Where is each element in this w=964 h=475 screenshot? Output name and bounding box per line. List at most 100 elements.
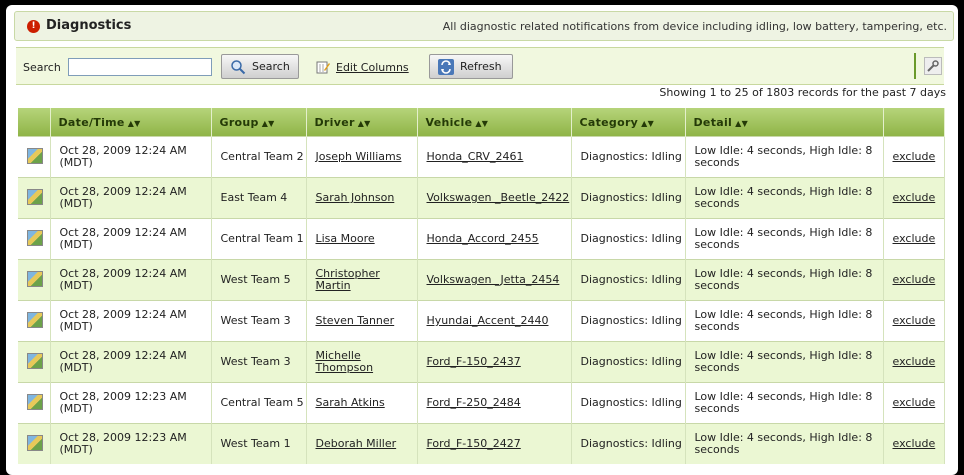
cell-datetime: Oct 28, 2009 12:24 AM (MDT) [50,259,212,301]
table-row: Oct 28, 2009 12:24 AM (MDT) Central Team… [18,136,945,178]
exclude-link[interactable]: exclude [893,437,936,450]
cell-category: Diagnostics: Idling [571,259,686,301]
cell-detail: Low Idle: 4 seconds, High Idle: 8 second… [685,382,884,424]
driver-link[interactable]: Joseph Williams [316,150,402,163]
sort-arrows-icon: ▲▼ [127,118,141,128]
header-driver[interactable]: Driver ▲▼ [306,108,418,137]
table-row: Oct 28, 2009 12:23 AM (MDT) West Team 1 … [18,423,945,464]
page-title: Diagnostics [46,18,132,33]
cell-datetime: Oct 28, 2009 12:24 AM (MDT) [50,218,212,260]
map-icon[interactable] [27,393,43,410]
records-summary: Showing 1 to 25 of 1803 records for the … [659,86,946,99]
diagnostics-table: Date/Time ▲▼ Group ▲▼ Driver ▲▼ Vehicle ▲▼ C… [18,108,945,464]
exclude-link[interactable]: exclude [893,396,936,409]
cell-group: West Team 5 [211,259,307,301]
cell-category: Diagnostics: Idling [571,177,686,219]
cell-datetime: Oct 28, 2009 12:24 AM (MDT) [50,177,212,219]
header-datetime[interactable]: Date/Time ▲▼ [50,108,212,137]
edit-columns-icon [316,61,330,74]
sort-arrows-icon: ▲▼ [641,118,655,128]
cell-category: Diagnostics: Idling [571,300,686,342]
cell-detail: Low Idle: 4 seconds, High Idle: 8 second… [685,136,884,178]
edit-columns-link[interactable]: Edit Columns [316,60,409,74]
cell-group: West Team 3 [211,341,307,383]
refresh-button-label: Refresh [460,60,502,73]
cell-datetime: Oct 28, 2009 12:24 AM (MDT) [50,341,212,383]
page-description: All diagnostic related notifications fro… [442,20,947,33]
cell-detail: Low Idle: 4 seconds, High Idle: 8 second… [685,300,884,342]
sort-arrows-icon: ▲▼ [475,118,489,128]
driver-link[interactable]: Christopher Martin [316,267,380,292]
header-vehicle[interactable]: Vehicle ▲▼ [417,108,572,137]
table-header-row: Date/Time ▲▼ Group ▲▼ Driver ▲▼ Vehicle ▲▼ C… [18,108,945,137]
cell-detail: Low Idle: 4 seconds, High Idle: 8 second… [685,177,884,219]
cell-group: West Team 3 [211,300,307,342]
map-icon[interactable] [27,188,43,205]
refresh-icon [438,58,454,75]
wrench-icon[interactable] [924,57,942,75]
exclude-link[interactable]: exclude [893,314,936,327]
map-icon[interactable] [27,352,43,369]
vehicle-link[interactable]: Ford_F-150_2437 [427,355,521,368]
driver-link[interactable]: Deborah Miller [316,437,397,450]
toolbar-divider [914,53,916,79]
exclude-link[interactable]: exclude [893,273,936,286]
map-icon[interactable] [27,229,43,246]
cell-group: Central Team 1 [211,218,307,260]
exclude-link[interactable]: exclude [893,191,936,204]
table-row: Oct 28, 2009 12:24 AM (MDT) Central Team… [18,218,945,260]
cell-detail: Low Idle: 4 seconds, High Idle: 8 second… [685,341,884,383]
driver-link[interactable]: Sarah Atkins [316,396,385,409]
cell-group: West Team 1 [211,423,307,464]
table-row: Oct 28, 2009 12:24 AM (MDT) West Team 5 … [18,259,945,301]
search-input[interactable] [68,58,212,76]
table-row: Oct 28, 2009 12:24 AM (MDT) West Team 3 … [18,341,945,383]
magnifier-icon [231,59,246,74]
driver-link[interactable]: Lisa Moore [316,232,375,245]
cell-datetime: Oct 28, 2009 12:23 AM (MDT) [50,382,212,424]
exclude-link[interactable]: exclude [893,232,936,245]
header-category[interactable]: Category ▲▼ [571,108,686,137]
vehicle-link[interactable]: Ford_F-250_2484 [427,396,521,409]
header-group[interactable]: Group ▲▼ [211,108,307,137]
search-button[interactable]: Search [221,54,299,79]
vehicle-link[interactable]: Ford_F-150_2427 [427,437,521,450]
header-action-col [883,108,945,137]
vehicle-link[interactable]: Hyundai_Accent_2440 [427,314,549,327]
sort-arrows-icon: ▲▼ [735,118,749,128]
refresh-button[interactable]: Refresh [429,54,513,79]
search-button-label: Search [252,60,290,73]
table-row: Oct 28, 2009 12:24 AM (MDT) East Team 4 … [18,177,945,219]
driver-link[interactable]: Steven Tanner [316,314,395,327]
driver-link[interactable]: Sarah Johnson [316,191,395,204]
map-icon[interactable] [27,311,43,328]
diagnostics-window: ! Diagnostics All diagnostic related not… [6,5,958,475]
search-label: Search [23,61,61,74]
cell-detail: Low Idle: 4 seconds, High Idle: 8 second… [685,423,884,464]
map-icon[interactable] [27,270,43,287]
toolbar: Search Search Edit Columns Refresh [16,47,944,85]
cell-datetime: Oct 28, 2009 12:24 AM (MDT) [50,136,212,178]
wrench-glyph-icon [927,60,939,72]
driver-link[interactable]: Michelle Thompson [316,349,374,374]
cell-detail: Low Idle: 4 seconds, High Idle: 8 second… [685,259,884,301]
map-icon[interactable] [27,147,43,164]
map-icon[interactable] [27,434,43,451]
cell-category: Diagnostics: Idling [571,341,686,383]
cell-detail: Low Idle: 4 seconds, High Idle: 8 second… [685,218,884,260]
vehicle-link[interactable]: Honda_CRV_2461 [427,150,524,163]
cell-category: Diagnostics: Idling [571,423,686,464]
header-icon-col [18,108,51,137]
title-bar: ! Diagnostics All diagnostic related not… [14,11,954,41]
vehicle-link[interactable]: Volkswagen _Beetle_2422 [427,191,570,204]
vehicle-link[interactable]: Volkswagen _Jetta_2454 [427,273,560,286]
vehicle-link[interactable]: Honda_Accord_2455 [427,232,539,245]
edit-columns-label: Edit Columns [336,60,409,74]
table-row: Oct 28, 2009 12:23 AM (MDT) Central Team… [18,382,945,424]
exclude-link[interactable]: exclude [893,150,936,163]
header-detail[interactable]: Detail ▲▼ [685,108,884,137]
exclude-link[interactable]: exclude [893,355,936,368]
cell-datetime: Oct 28, 2009 12:24 AM (MDT) [50,300,212,342]
sort-arrows-icon: ▲▼ [357,118,371,128]
cell-datetime: Oct 28, 2009 12:23 AM (MDT) [50,423,212,464]
